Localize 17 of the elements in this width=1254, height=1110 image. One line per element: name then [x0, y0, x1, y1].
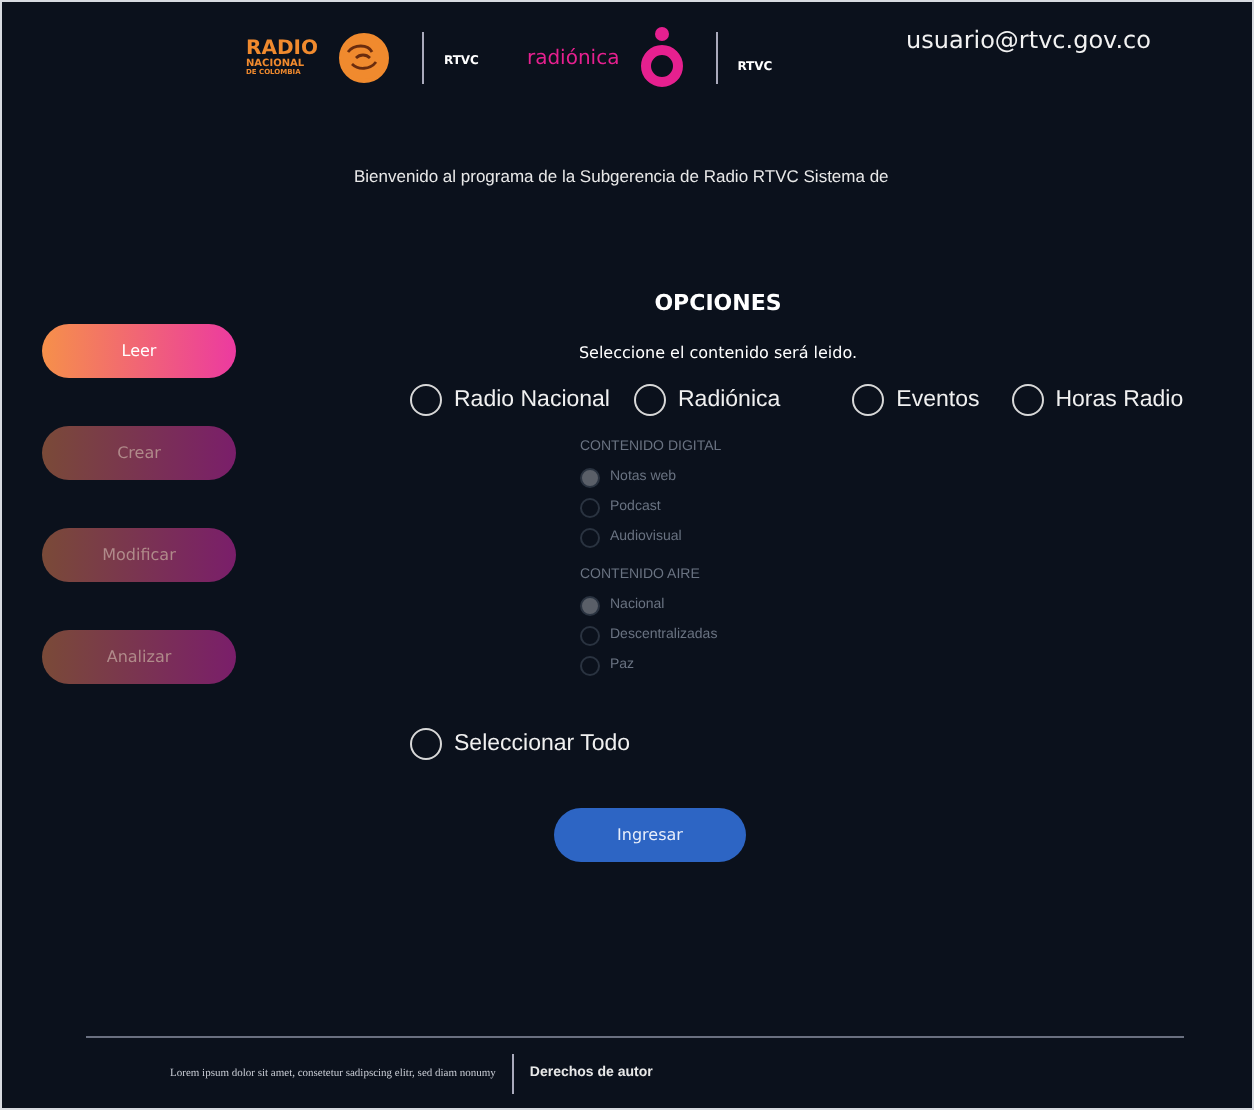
options-subtitle: Seleccione el contenido será leido.: [576, 344, 860, 362]
logo-text: radiónica: [526, 48, 620, 70]
welcome-text: Bienvenido al programa de la Subgerencia de Radio RTVC Sistema de: [352, 166, 891, 186]
radio-label: Horas Radio: [1055, 388, 1184, 412]
radio-label: Radiónica: [678, 388, 781, 412]
sidebar-button[interactable]: Crear: [42, 426, 236, 480]
options-title: OPCIONES: [652, 290, 784, 316]
user-email: usuario@rtvc.gov.co: [906, 26, 1151, 54]
sidebar-button[interactable]: Modificar: [42, 528, 236, 582]
radio-label: Seleccionar Todo: [454, 732, 631, 756]
sidebar-button[interactable]: Analizar: [42, 630, 236, 684]
radionica-logo-icon: [639, 26, 684, 90]
radio-label: Eventos: [896, 388, 980, 412]
radio-label: Radio Nacional: [454, 388, 610, 412]
submit-button[interactable]: Ingresar: [554, 808, 746, 862]
logo-text: RADIO: [246, 39, 318, 60]
sidebar-button[interactable]: Leer: [42, 324, 236, 378]
